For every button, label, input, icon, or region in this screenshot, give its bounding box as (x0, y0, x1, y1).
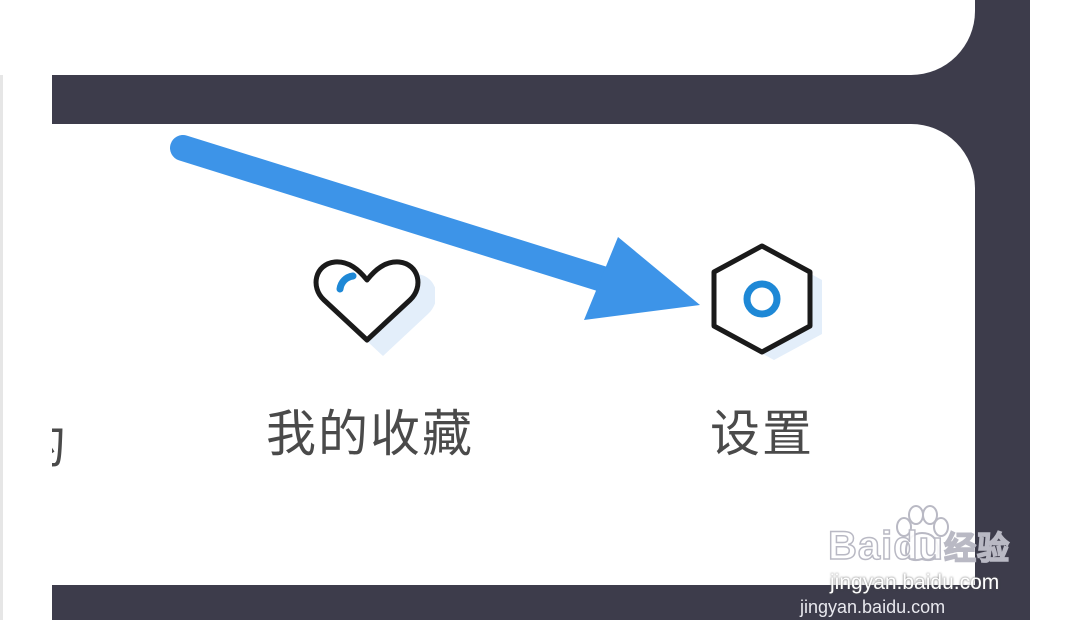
favorites-label: 我的收藏 (266, 405, 474, 463)
screenshot: 的 我的收藏 设置 Ba (0, 0, 1079, 620)
menu-item-settings[interactable]: 设置 (697, 240, 827, 466)
menu-card (52, 124, 975, 585)
menu-item-partial[interactable]: 的 (52, 416, 66, 476)
hexagon-settings-icon (711, 243, 822, 360)
heart-icon (313, 259, 435, 356)
menu-item-partial-label: 的 (52, 416, 66, 476)
page-margin (1030, 0, 1079, 620)
top-card (0, 0, 975, 75)
left-border (0, 0, 3, 620)
menu-item-favorites[interactable]: 我的收藏 (266, 240, 474, 466)
settings-label: 设置 (710, 405, 814, 463)
